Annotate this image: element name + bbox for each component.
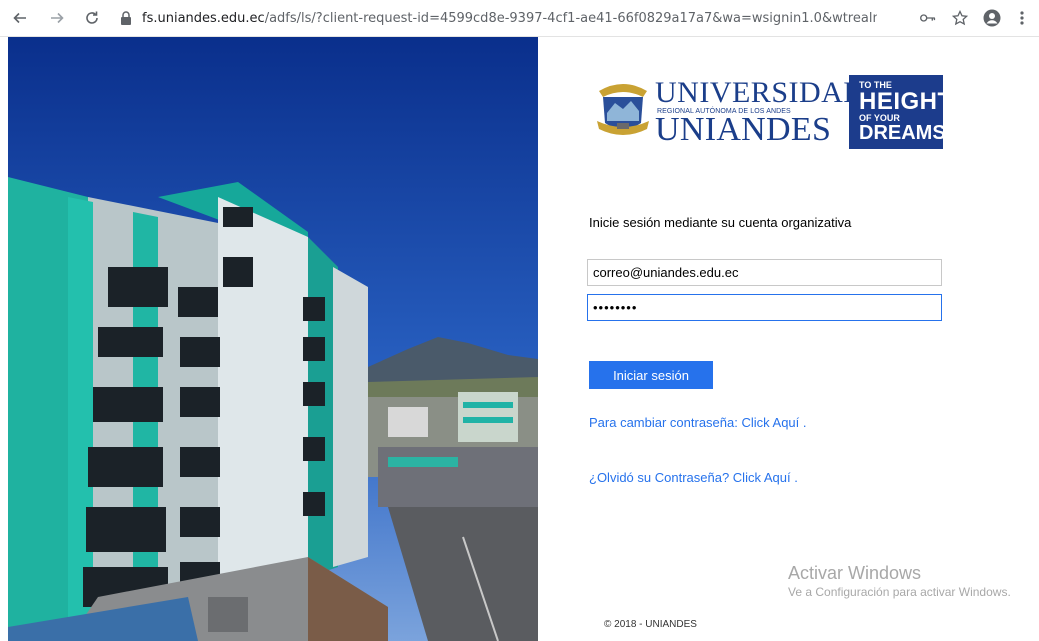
sign-in-button[interactable]: Iniciar sesión [589, 361, 713, 389]
footer-copyright: © 2018 - UNIANDES [604, 619, 697, 630]
browser-toolbar: fs.uniandes.edu.ec/adfs/ls/?client-reque… [0, 0, 1039, 37]
login-panel: UNIVERSIDAD REGIONAL AUTÓNOMA DE LOS AND… [538, 37, 1039, 641]
login-heading: Inicie sesión mediante su cuenta organiz… [589, 215, 852, 230]
uniandes-logo: UNIVERSIDAD REGIONAL AUTÓNOMA DE LOS AND… [595, 75, 943, 149]
login-page: UNIVERSIDAD REGIONAL AUTÓNOMA DE LOS AND… [0, 37, 1039, 641]
logo-tagline-box: TO THE HEIGHT OF YOUR DREAMS [849, 75, 943, 149]
url-path: /adfs/ls/?client-request-id=4599cd8e-939… [264, 10, 877, 26]
university-crest-icon [597, 84, 649, 135]
lock-icon [121, 11, 131, 25]
change-password-link[interactable]: Para cambiar contraseña: Click Aquí [589, 415, 799, 430]
url-host: fs.uniandes.edu.ec [142, 10, 265, 26]
change-password-link-row: Para cambiar contraseña: Click Aquí . [589, 415, 807, 430]
back-arrow-icon[interactable] [10, 8, 30, 28]
password-field[interactable] [587, 294, 942, 321]
tagline-line-4: DREAMS [859, 122, 943, 144]
logo-name-top: UNIVERSIDAD [655, 76, 866, 109]
forgot-password-link[interactable]: ¿Olvidó su Contraseña? Click Aquí [589, 470, 791, 485]
profile-icon[interactable] [982, 8, 1002, 28]
menu-dots-icon[interactable] [1012, 8, 1032, 28]
campus-building-photo [8, 37, 538, 641]
key-icon[interactable] [918, 8, 938, 28]
watermark-subtitle: Ve a Configuración para activar Windows. [788, 585, 1011, 599]
logo-name-bottom: UNIANDES [655, 111, 832, 148]
watermark-title: Activar Windows [788, 563, 922, 583]
address-bar[interactable]: fs.uniandes.edu.ec/adfs/ls/?client-reque… [120, 5, 1000, 31]
change-password-dot: . [802, 415, 807, 430]
forgot-password-link-row: ¿Olvidó su Contraseña? Click Aquí . [589, 470, 798, 485]
activate-windows-watermark: Activar Windows Ve a Configuración para … [788, 562, 1018, 601]
star-icon[interactable] [950, 8, 970, 28]
forgot-password-dot: . [794, 470, 798, 485]
tagline-line-2: HEIGHT [859, 88, 943, 115]
url-text: fs.uniandes.edu.ec/adfs/ls/?client-reque… [142, 11, 877, 26]
forward-arrow-icon[interactable] [47, 8, 67, 28]
reload-icon[interactable] [82, 8, 102, 28]
username-field[interactable] [587, 259, 942, 286]
